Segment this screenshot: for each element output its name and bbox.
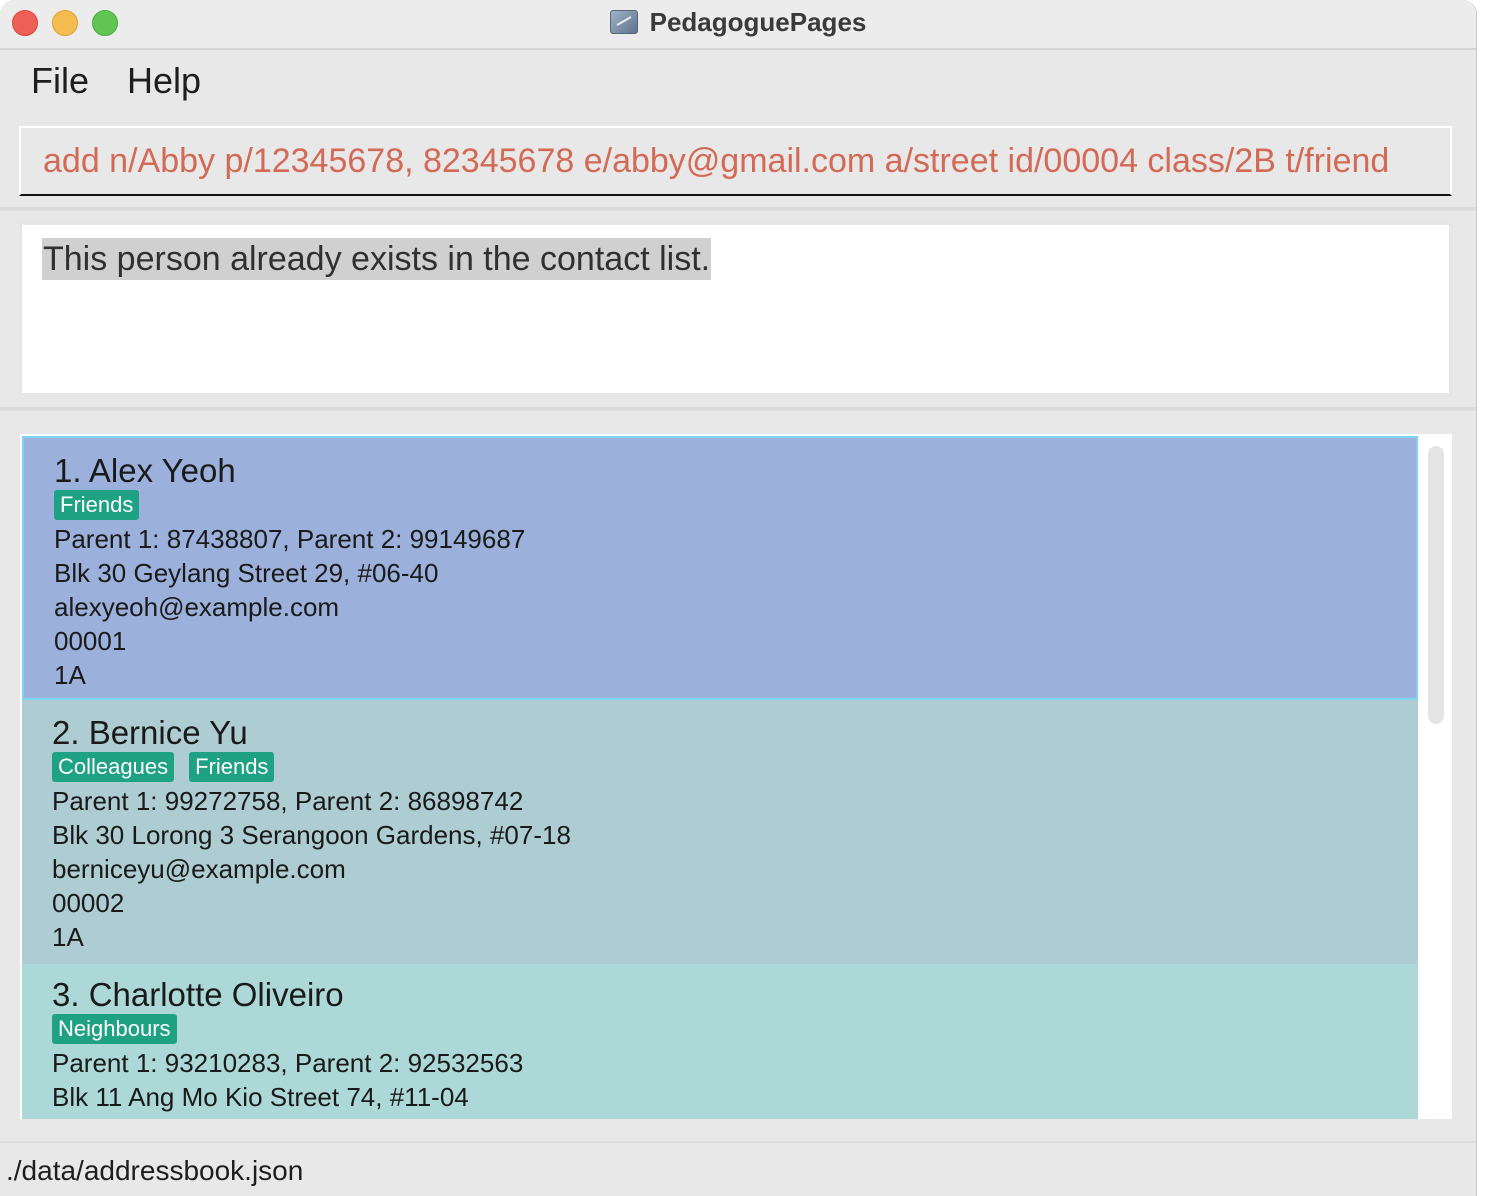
tag-list: Friends bbox=[54, 490, 140, 520]
tag-list: Neighbours bbox=[52, 1014, 177, 1044]
result-display: This person already exists in the contac… bbox=[19, 222, 1452, 396]
contact-card[interactable]: 1. Alex Yeoh Friends Parent 1: 87438807,… bbox=[22, 436, 1418, 700]
tag-list: Colleagues Friends bbox=[52, 752, 275, 782]
tag-badge: Neighbours bbox=[52, 1014, 177, 1044]
contact-class: 1A bbox=[52, 922, 84, 952]
contact-class: 1A bbox=[54, 660, 86, 690]
command-input[interactable]: add n/Abby p/12345678, 82345678 e/abby@g… bbox=[43, 142, 1389, 181]
app-window: PedagoguePages File Help add n/Abby p/12… bbox=[0, 0, 1477, 1196]
menu-bar: File Help bbox=[0, 50, 1476, 112]
command-box[interactable]: add n/Abby p/12345678, 82345678 e/abby@g… bbox=[19, 126, 1452, 196]
contact-name: 3. Charlotte Oliveiro bbox=[52, 976, 344, 1013]
contact-email: alexyeoh@example.com bbox=[54, 592, 340, 622]
contact-card[interactable]: 2. Bernice Yu Colleagues Friends Parent … bbox=[22, 700, 1418, 964]
save-file-path: ./data/addressbook.json bbox=[6, 1155, 304, 1186]
status-bar: ./data/addressbook.json bbox=[0, 1141, 1476, 1196]
tag-badge: Friends bbox=[189, 752, 275, 782]
app-quill-icon bbox=[609, 10, 638, 34]
tag-badge: Friends bbox=[54, 490, 140, 520]
scrollbar-thumb[interactable] bbox=[1428, 446, 1444, 724]
tag-badge: Colleagues bbox=[52, 752, 175, 782]
list-scrollbar[interactable] bbox=[1422, 434, 1452, 1119]
contact-address: Blk 30 Lorong 3 Serangoon Gardens, #07-1… bbox=[52, 820, 571, 850]
contact-phones: Parent 1: 99272758, Parent 2: 86898742 bbox=[52, 786, 524, 816]
divider bbox=[0, 407, 1476, 411]
window-title-wrap: PedagoguePages bbox=[0, 0, 1476, 44]
contact-phones: Parent 1: 93210283, Parent 2: 92532563 bbox=[52, 1048, 524, 1078]
contact-email: berniceyu@example.com bbox=[52, 854, 346, 884]
result-message: This person already exists in the contac… bbox=[42, 238, 712, 280]
contact-name: 2. Bernice Yu bbox=[52, 714, 248, 751]
divider bbox=[0, 207, 1476, 211]
contact-address: Blk 11 Ang Mo Kio Street 74, #11-04 bbox=[52, 1082, 469, 1112]
menu-help[interactable]: Help bbox=[127, 60, 201, 102]
contact-student-id: 00002 bbox=[52, 888, 125, 918]
contact-student-id: 00001 bbox=[54, 626, 127, 656]
contact-card[interactable]: 3. Charlotte Oliveiro Neighbours Parent … bbox=[22, 964, 1418, 1119]
title-bar: PedagoguePages bbox=[0, 0, 1476, 50]
contact-phones: Parent 1: 87438807, Parent 2: 99149687 bbox=[54, 524, 526, 554]
menu-file[interactable]: File bbox=[31, 60, 89, 102]
contact-list[interactable]: 1. Alex Yeoh Friends Parent 1: 87438807,… bbox=[20, 434, 1452, 1119]
contact-name: 1. Alex Yeoh bbox=[54, 452, 236, 489]
window-title: PedagoguePages bbox=[649, 6, 867, 37]
contact-address: Blk 30 Geylang Street 29, #06-40 bbox=[54, 558, 439, 588]
